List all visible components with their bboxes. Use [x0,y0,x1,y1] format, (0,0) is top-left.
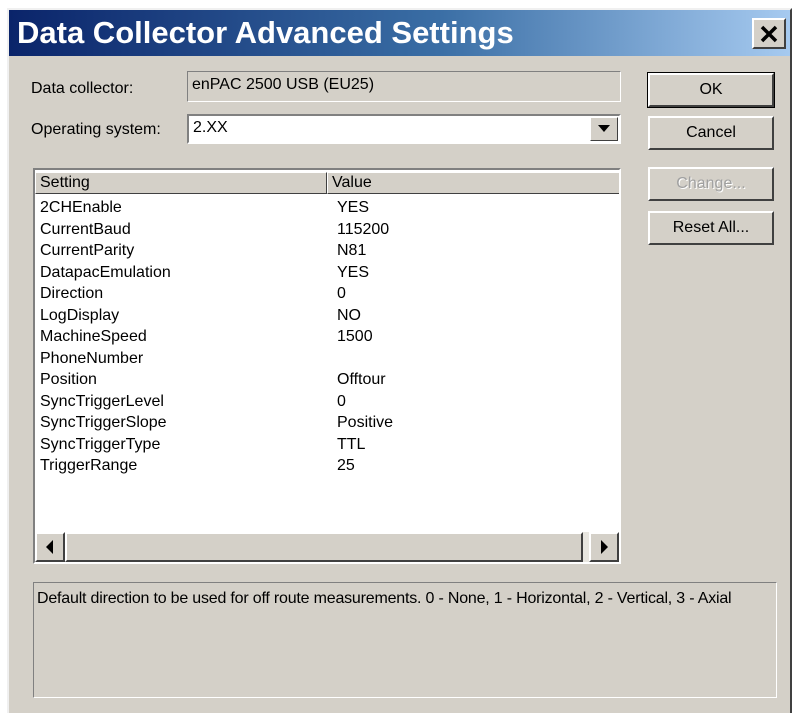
change-button[interactable]: Change... [648,167,774,201]
setting-name: CurrentBaud [40,220,131,238]
window-title: Data Collector Advanced Settings [17,15,514,50]
settings-list[interactable]: Setting Value 2CHEnable YES CurrentBaud 115… [33,168,621,564]
setting-name: 2CHEnable [40,199,122,216]
list-item[interactable]: TriggerRange 25 [35,455,619,477]
data-collector-value: enPAC 2500 USB (EU25) [192,76,375,93]
setting-value: 1500 [337,328,373,345]
list-item[interactable]: PhoneNumber [35,348,619,370]
setting-name: DatapacEmulation [40,263,171,281]
setting-name: LogDisplay [40,306,120,324]
description-box: Default direction to be used for off rou… [33,582,777,698]
cancel-button[interactable]: Cancel [648,116,774,150]
setting-value: YES [337,199,370,216]
data-collector-field: enPAC 2500 USB (EU25) [187,71,621,102]
scroll-left-button[interactable] [35,532,65,562]
reset-all-button[interactable]: Reset All... [648,211,774,245]
horizontal-scrollbar[interactable] [35,532,619,562]
list-item[interactable]: CurrentParity N81 [35,240,619,262]
list-item[interactable]: MachineSpeed 1500 [35,326,619,348]
setting-name: SyncTriggerLevel [40,392,164,410]
setting-name: SyncTriggerSlope [40,414,167,431]
setting-name: PhoneNumber [40,349,144,367]
column-header-value[interactable]: Value [327,172,619,194]
list-item[interactable]: Direction 0 [35,283,619,305]
setting-value: N81 [337,242,367,259]
triangle-left-icon [46,540,53,554]
ok-button[interactable]: OK [647,72,775,108]
operating-system-value: 2.XX [193,119,228,136]
list-item[interactable]: SyncTriggerLevel 0 [35,391,619,413]
scroll-right-button[interactable] [589,532,619,562]
setting-value: YES [337,263,370,281]
setting-value: Offtour [337,371,386,388]
setting-value: 115200 [337,220,390,238]
setting-value: 0 [337,285,346,302]
description-text: Default direction to be used for off rou… [37,590,732,607]
list-item[interactable]: Position Offtour [35,369,619,391]
list-rows: 2CHEnable YES CurrentBaud 115200 CurrentPari… [35,197,619,477]
setting-name: TriggerRange [40,457,138,474]
title-bar: Data Collector Advanced Settings [9,10,790,56]
operating-system-label: Operating system: [31,121,161,138]
list-item[interactable]: LogDisplay NO [35,305,619,327]
list-header: Setting Value [35,172,619,194]
dropdown-button[interactable] [590,117,618,141]
operating-system-select[interactable]: 2.XX [187,114,621,144]
close-button[interactable] [752,18,786,49]
setting-name: CurrentParity [40,242,135,259]
setting-name: MachineSpeed [40,328,147,345]
setting-name: Position [40,371,97,388]
setting-name: SyncTriggerType [40,435,161,453]
triangle-right-icon [601,540,608,554]
list-item[interactable]: CurrentBaud 115200 [35,219,619,241]
chevron-down-icon [598,125,610,132]
setting-value: Positive [337,414,394,431]
list-item[interactable]: SyncTriggerType TTL [35,434,619,456]
scrollbar-thumb[interactable] [65,532,583,562]
column-header-setting[interactable]: Setting [35,172,327,194]
setting-value: TTL [337,435,366,453]
list-item[interactable]: 2CHEnable YES [35,197,619,219]
setting-value: 0 [337,392,346,410]
data-collector-label: Data collector: [31,80,134,97]
list-item[interactable]: SyncTriggerSlope Positive [35,412,619,434]
close-icon [760,25,778,42]
list-item[interactable]: DatapacEmulation YES [35,262,619,284]
setting-name: Direction [40,285,104,302]
settings-dialog: Data Collector Advanced Settings Data co… [7,8,792,713]
setting-value: NO [337,306,361,324]
setting-value: 25 [337,457,355,474]
